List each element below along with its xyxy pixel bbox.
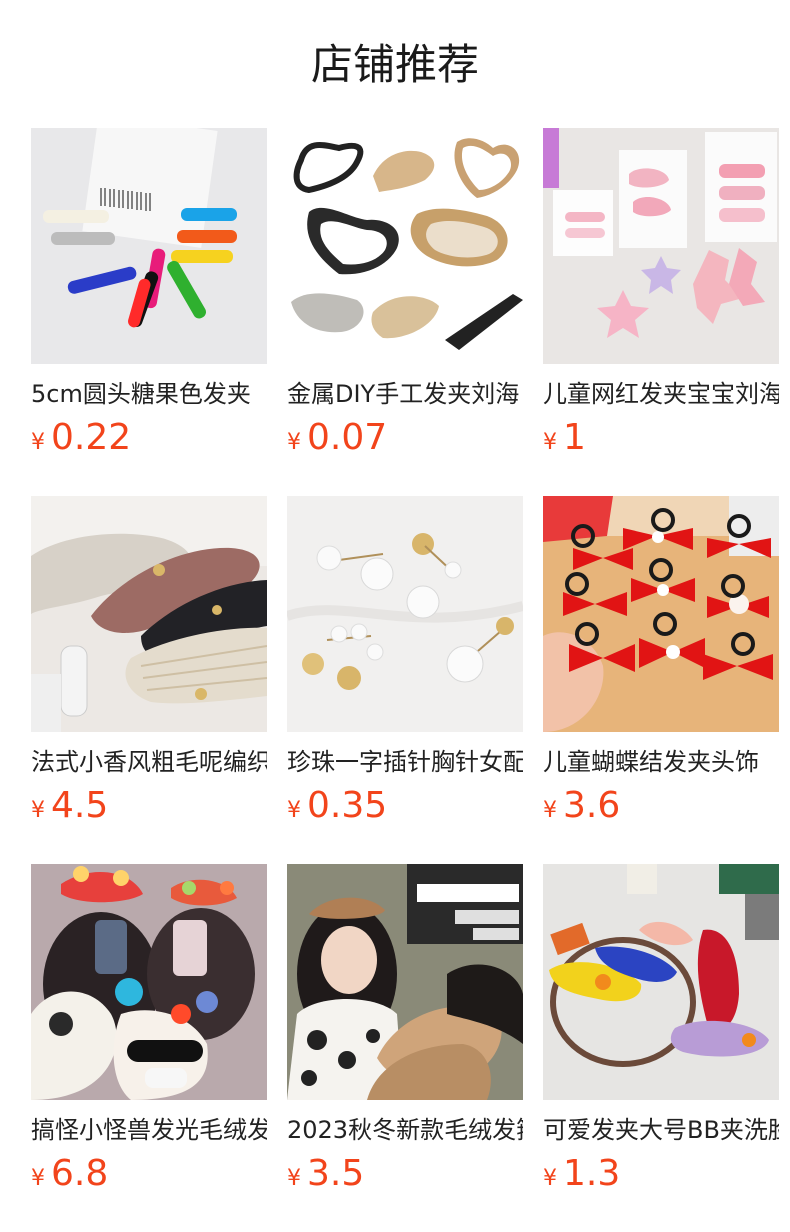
currency-symbol: ¥ (287, 798, 301, 823)
product-name[interactable]: 儿童网红发夹宝宝刘海 (543, 378, 779, 410)
currency-symbol: ¥ (543, 430, 557, 455)
product-image[interactable] (31, 864, 267, 1100)
product-price: ¥3.5 (287, 1152, 523, 1202)
product-card[interactable]: 搞怪小怪兽发光毛绒发箍 ¥6.8 (31, 864, 267, 1232)
product-price: ¥0.07 (287, 416, 523, 466)
product-price: ¥4.5 (31, 784, 267, 834)
product-price: ¥1 (543, 416, 779, 466)
currency-symbol: ¥ (287, 430, 301, 455)
product-price: ¥0.22 (31, 416, 267, 466)
product-price: ¥0.35 (287, 784, 523, 834)
product-price: ¥1.3 (543, 1152, 779, 1202)
product-price: ¥3.6 (543, 784, 779, 834)
product-name[interactable]: 儿童蝴蝶结发夹头饰 (543, 746, 779, 778)
price-value: 0.22 (51, 417, 132, 458)
product-card[interactable]: 2023秋冬新款毛绒发箍 ¥3.5 (287, 864, 523, 1232)
product-image[interactable] (543, 864, 779, 1100)
product-name[interactable]: 珍珠一字插针胸针女配 (287, 746, 523, 778)
currency-symbol: ¥ (287, 1166, 301, 1191)
product-image[interactable] (31, 496, 267, 732)
currency-symbol: ¥ (31, 430, 45, 455)
price-value: 1.3 (563, 1153, 621, 1194)
product-image[interactable] (543, 496, 779, 732)
product-card[interactable]: 珍珠一字插针胸针女配 ¥0.35 (287, 496, 523, 864)
price-value: 3.5 (307, 1153, 365, 1194)
price-value: 3.6 (563, 785, 621, 826)
product-name[interactable]: 可爱发夹大号BB夹洗脸 (543, 1114, 779, 1146)
product-card[interactable]: 可爱发夹大号BB夹洗脸 ¥1.3 (543, 864, 779, 1232)
product-image[interactable] (287, 128, 523, 364)
product-name[interactable]: 2023秋冬新款毛绒发箍 (287, 1114, 523, 1146)
product-image[interactable] (287, 864, 523, 1100)
currency-symbol: ¥ (31, 1166, 45, 1191)
product-card[interactable]: 5cm圆头糖果色发夹 ¥0.22 (31, 128, 267, 496)
product-name[interactable]: 金属DIY手工发夹刘海 (287, 378, 523, 410)
recommended-products-grid: 5cm圆头糖果色发夹 ¥0.22 金属DIY手工发夹刘海 ¥ 0.07 儿童网红… (31, 128, 790, 1232)
price-value: 4.5 (51, 785, 109, 826)
product-price: ¥6.8 (31, 1152, 267, 1202)
product-card[interactable]: 儿童网红发夹宝宝刘海 ¥1 (543, 128, 779, 496)
price-value: 1 (563, 417, 586, 458)
currency-symbol: ¥ (543, 1166, 557, 1191)
product-image[interactable] (287, 496, 523, 732)
page-title: 店铺推荐 (310, 40, 479, 89)
product-name[interactable]: 5cm圆头糖果色发夹 (31, 378, 267, 410)
product-card[interactable]: 儿童蝴蝶结发夹头饰 ¥3.6 (543, 496, 779, 864)
currency-symbol: ¥ (543, 798, 557, 823)
product-card[interactable]: 法式小香风粗毛呢编织 ¥4.5 (31, 496, 267, 864)
price-value: 6.8 (51, 1153, 109, 1194)
product-image[interactable] (543, 128, 779, 364)
price-value: 0.35 (307, 785, 388, 826)
product-image[interactable] (31, 128, 267, 364)
product-name[interactable]: 搞怪小怪兽发光毛绒发箍 (31, 1114, 267, 1146)
currency-symbol: ¥ (31, 798, 45, 823)
product-card[interactable]: 金属DIY手工发夹刘海 ¥0.07 (287, 128, 523, 496)
product-name[interactable]: 法式小香风粗毛呢编织 (31, 746, 267, 778)
price-value: 0.07 (307, 417, 388, 458)
